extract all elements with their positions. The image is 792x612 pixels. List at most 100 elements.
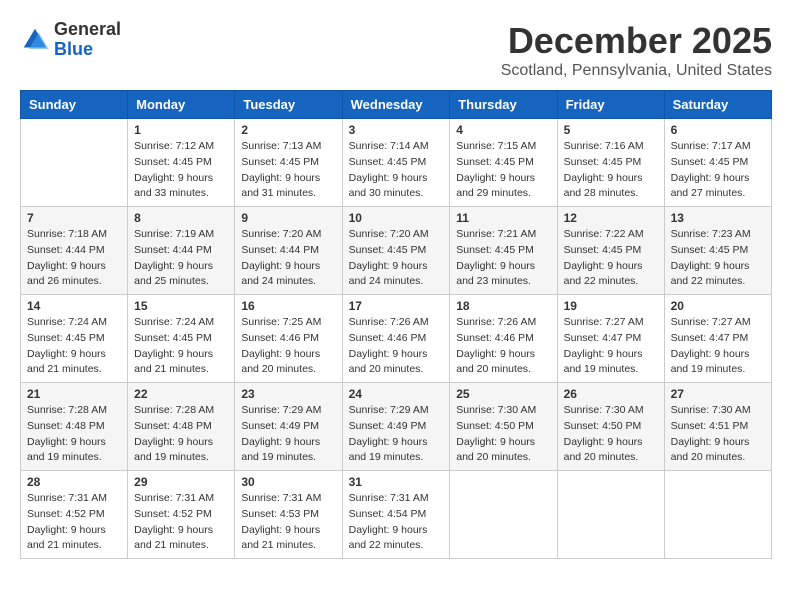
calendar-week-row: 14Sunrise: 7:24 AMSunset: 4:45 PMDayligh… [21,295,772,383]
sunrise-text: Sunrise: 7:31 AM [134,491,228,507]
calendar-day-cell: 6Sunrise: 7:17 AMSunset: 4:45 PMDaylight… [664,119,771,207]
sunrise-text: Sunrise: 7:20 AM [349,227,444,243]
day-number: 2 [241,123,335,137]
calendar-day-cell: 31 Sunrise: 7:31 AMSunset: 4:54 PMDayligh… [342,471,450,559]
calendar-weekday-header: Monday [128,91,235,119]
daylight-text: Daylight: 9 hours and 33 minutes. [134,171,228,203]
daylight-text: Daylight: 9 hours and 28 minutes. [564,171,658,203]
sunrise-text: Sunrise: 7:26 AM [349,315,444,331]
sunrise-text: Sunrise: 7:28 AM [27,403,121,419]
day-number: 3 [349,123,444,137]
calendar-day-cell: 13Sunrise: 7:23 AMSunset: 4:45 PMDayligh… [664,207,771,295]
daylight-text: Daylight: 9 hours and 20 minutes. [671,435,765,467]
day-number: 17 [349,299,444,313]
day-info: Sunrise: 7:12 AMSunset: 4:45 PMDaylight:… [134,139,228,202]
sunrise-text: Sunrise: 7:24 AM [134,315,228,331]
sunset-text: Sunset: 4:54 PM [349,507,444,523]
sunrise-text: Sunrise: 7:29 AM [241,403,335,419]
sunrise-text: Sunrise: 7:31 AM [349,491,444,507]
day-info: Sunrise: 7:19 AMSunset: 4:44 PMDaylight:… [134,227,228,290]
day-number: 27 [671,387,765,401]
day-info: Sunrise: 7:31 AMSunset: 4:53 PMDaylight:… [241,491,335,554]
day-number: 31 [349,475,444,489]
calendar-day-cell: 8Sunrise: 7:19 AMSunset: 4:44 PMDaylight… [128,207,235,295]
calendar-day-cell: 5Sunrise: 7:16 AMSunset: 4:45 PMDaylight… [557,119,664,207]
day-number: 22 [134,387,228,401]
sunrise-text: Sunrise: 7:25 AM [241,315,335,331]
sunrise-text: Sunrise: 7:18 AM [27,227,121,243]
sunset-text: Sunset: 4:45 PM [349,155,444,171]
sunrise-text: Sunrise: 7:24 AM [27,315,121,331]
calendar-day-cell: 4Sunrise: 7:15 AMSunset: 4:45 PMDaylight… [450,119,557,207]
calendar-day-cell: 16Sunrise: 7:25 AMSunset: 4:46 PMDayligh… [235,295,342,383]
daylight-text: Daylight: 9 hours and 19 minutes. [349,435,444,467]
calendar-day-cell: 3 Sunrise: 7:14 AMSunset: 4:45 PMDaylight… [342,119,450,207]
daylight-text: Daylight: 9 hours and 22 minutes. [349,523,444,555]
calendar-day-cell: 24 Sunrise: 7:29 AMSunset: 4:49 PMDayligh… [342,383,450,471]
calendar-day-cell: 23Sunrise: 7:29 AMSunset: 4:49 PMDayligh… [235,383,342,471]
sunset-text: Sunset: 4:45 PM [456,243,550,259]
sunrise-text: Sunrise: 7:30 AM [564,403,658,419]
calendar-day-cell: 30Sunrise: 7:31 AMSunset: 4:53 PMDayligh… [235,471,342,559]
day-info: Sunrise: 7:25 AMSunset: 4:46 PMDaylight:… [241,315,335,378]
day-info: Sunrise: 7:23 AMSunset: 4:45 PMDaylight:… [671,227,765,290]
daylight-text: Daylight: 9 hours and 23 minutes. [456,259,550,291]
sunset-text: Sunset: 4:52 PM [27,507,121,523]
sunset-text: Sunset: 4:48 PM [27,419,121,435]
daylight-text: Daylight: 9 hours and 21 minutes. [27,347,121,379]
day-number: 6 [671,123,765,137]
sunset-text: Sunset: 4:45 PM [134,331,228,347]
sunset-text: Sunset: 4:45 PM [671,243,765,259]
calendar-week-row: 7Sunrise: 7:18 AMSunset: 4:44 PMDaylight… [21,207,772,295]
calendar-day-cell: 11Sunrise: 7:21 AMSunset: 4:45 PMDayligh… [450,207,557,295]
daylight-text: Daylight: 9 hours and 24 minutes. [241,259,335,291]
sunset-text: Sunset: 4:46 PM [349,331,444,347]
sunrise-text: Sunrise: 7:29 AM [349,403,444,419]
sunset-text: Sunset: 4:44 PM [241,243,335,259]
calendar-week-row: 21Sunrise: 7:28 AMSunset: 4:48 PMDayligh… [21,383,772,471]
calendar-weekday-header: Thursday [450,91,557,119]
sunrise-text: Sunrise: 7:22 AM [564,227,658,243]
calendar-table: SundayMondayTuesdayWednesdayThursdayFrid… [20,90,772,559]
daylight-text: Daylight: 9 hours and 27 minutes. [671,171,765,203]
day-number: 4 [456,123,550,137]
day-number: 1 [134,123,228,137]
daylight-text: Daylight: 9 hours and 30 minutes. [349,171,444,203]
day-number: 18 [456,299,550,313]
day-info: Sunrise: 7:21 AMSunset: 4:45 PMDaylight:… [456,227,550,290]
day-info: Sunrise: 7:27 AMSunset: 4:47 PMDaylight:… [671,315,765,378]
calendar-day-cell: 19Sunrise: 7:27 AMSunset: 4:47 PMDayligh… [557,295,664,383]
day-number: 26 [564,387,658,401]
daylight-text: Daylight: 9 hours and 21 minutes. [27,523,121,555]
sunset-text: Sunset: 4:50 PM [564,419,658,435]
daylight-text: Daylight: 9 hours and 29 minutes. [456,171,550,203]
day-number: 24 [349,387,444,401]
sunrise-text: Sunrise: 7:27 AM [671,315,765,331]
calendar-weekday-header: Friday [557,91,664,119]
calendar-day-cell: 9Sunrise: 7:20 AMSunset: 4:44 PMDaylight… [235,207,342,295]
daylight-text: Daylight: 9 hours and 20 minutes. [349,347,444,379]
daylight-text: Daylight: 9 hours and 20 minutes. [564,435,658,467]
logo-general: General [54,19,121,39]
sunset-text: Sunset: 4:48 PM [134,419,228,435]
day-info: Sunrise: 7:13 AMSunset: 4:45 PMDaylight:… [241,139,335,202]
sunset-text: Sunset: 4:49 PM [349,419,444,435]
logo: General Blue [20,20,121,60]
day-number: 21 [27,387,121,401]
sunset-text: Sunset: 4:44 PM [27,243,121,259]
daylight-text: Daylight: 9 hours and 21 minutes. [134,523,228,555]
calendar-day-cell [557,471,664,559]
calendar-day-cell: 1 Sunrise: 7:12 AMSunset: 4:45 PMDaylight… [128,119,235,207]
day-number: 12 [564,211,658,225]
day-info: Sunrise: 7:18 AMSunset: 4:44 PMDaylight:… [27,227,121,290]
sunset-text: Sunset: 4:49 PM [241,419,335,435]
sunset-text: Sunset: 4:46 PM [456,331,550,347]
sunset-text: Sunset: 4:46 PM [241,331,335,347]
sunrise-text: Sunrise: 7:19 AM [134,227,228,243]
sunrise-text: Sunrise: 7:14 AM [349,139,444,155]
calendar-day-cell [664,471,771,559]
daylight-text: Daylight: 9 hours and 26 minutes. [27,259,121,291]
calendar-day-cell: 26 Sunrise: 7:30 AMSunset: 4:50 PMDayligh… [557,383,664,471]
sunset-text: Sunset: 4:45 PM [671,155,765,171]
day-number: 28 [27,475,121,489]
